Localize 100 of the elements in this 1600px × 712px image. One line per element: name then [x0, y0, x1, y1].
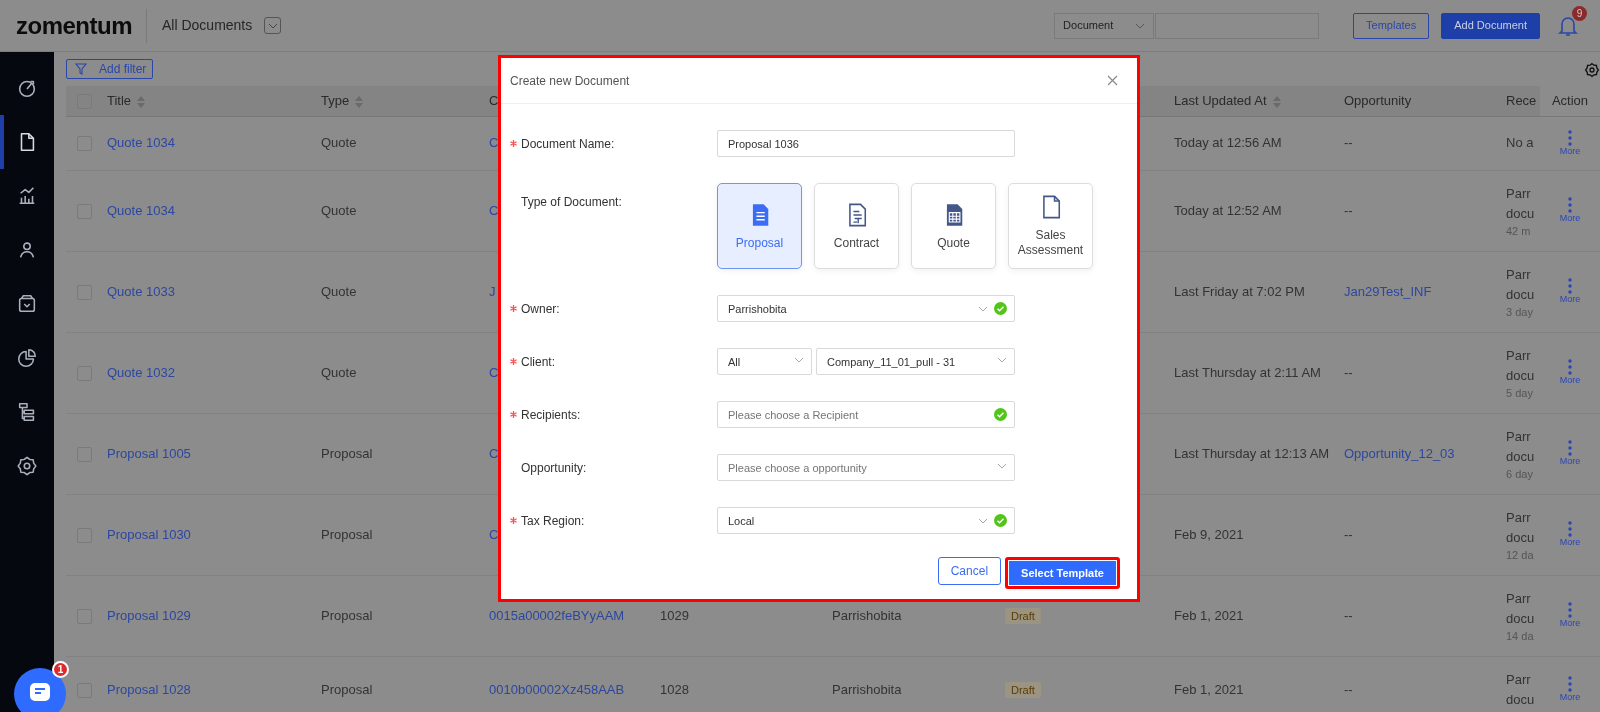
record-link[interactable]: C — [489, 135, 499, 151]
select-field[interactable]: Please choose a opportunity — [717, 454, 1015, 481]
record-link[interactable]: C — [489, 364, 499, 380]
activity-text: docu — [1506, 285, 1536, 304]
table-cell: Parrishobita — [832, 607, 902, 623]
document-link[interactable]: Proposal 1030 — [107, 526, 191, 542]
text-field[interactable]: Proposal 1036 — [717, 130, 1015, 157]
table-cell: Feb 1, 2021 — [1174, 607, 1244, 623]
table-cell: Quote — [321, 283, 357, 299]
select-field[interactable]: All — [717, 348, 812, 375]
record-link[interactable]: 0015a00002feBYyAAM — [489, 607, 625, 623]
table-cell: Proposal — [321, 681, 373, 697]
dialog-button[interactable]: Cancel — [937, 557, 1002, 585]
logo: zomentum — [16, 10, 132, 41]
chevron-icon — [794, 355, 804, 365]
activity-text: Parr — [1506, 508, 1532, 527]
more-icon — [1568, 440, 1572, 456]
chat-icon — [29, 682, 51, 702]
select-field[interactable]: Please choose a Recipient — [717, 401, 1015, 428]
add-filter-button[interactable]: Add filter — [66, 59, 154, 79]
activity-text: Parr — [1506, 589, 1532, 608]
field-label: Tax Region: — [521, 512, 585, 530]
activity-text: No a — [1506, 134, 1535, 152]
table-cell: Last Thursday at 12:13 AM — [1174, 445, 1330, 461]
document-link[interactable]: Proposal 1028 — [107, 681, 191, 697]
more-button[interactable]: More — [1559, 521, 1581, 548]
header-button[interactable]: Add Document — [1441, 12, 1540, 39]
record-link[interactable]: 0010b00002Xz458AAB — [489, 681, 625, 697]
close-icon[interactable] — [1107, 75, 1118, 86]
header-button[interactable]: Templates — [1353, 12, 1430, 39]
document-type-option[interactable]: Proposal — [717, 183, 802, 269]
document-type-option[interactable]: Contract — [814, 183, 899, 269]
dialog-button[interactable]: Select Template — [1005, 557, 1120, 589]
select-field[interactable]: Local — [717, 507, 1015, 534]
more-button[interactable]: More — [1559, 676, 1581, 703]
document-link[interactable]: Quote 1034 — [107, 202, 175, 218]
more-icon — [1568, 676, 1572, 692]
more-icon — [1568, 359, 1572, 375]
table-cell: Today at 12:56 AM — [1174, 135, 1282, 151]
column-header: Type — [321, 93, 350, 108]
record-link[interactable]: J — [489, 283, 496, 299]
status-tag: Draft — [1005, 681, 1041, 698]
more-button[interactable]: More — [1559, 602, 1581, 629]
table-cell: Feb 1, 2021 — [1174, 681, 1244, 697]
table-cell: Proposal — [321, 445, 373, 461]
select-field[interactable]: Company_11_01_pull - 31 — [816, 348, 1015, 375]
table-cell: 1029 — [660, 607, 689, 623]
table-cell: -- — [1344, 607, 1353, 623]
search-scope-select[interactable]: Document — [1054, 12, 1155, 39]
sort-icon[interactable] — [355, 95, 364, 108]
more-button[interactable]: More — [1559, 440, 1581, 467]
bell-icon[interactable] — [1558, 14, 1578, 37]
more-button[interactable]: More — [1559, 129, 1581, 157]
document-link[interactable]: Quote 1033 — [107, 283, 175, 299]
notification-badge: 9 — [1572, 5, 1587, 21]
record-link[interactable]: C — [489, 202, 499, 218]
document-type-option[interactable]: Quote — [911, 183, 996, 269]
filter-icon — [75, 63, 87, 75]
document-link[interactable]: Proposal 1029 — [107, 607, 191, 623]
table-cell: -- — [1344, 681, 1353, 697]
activity-text: Parr — [1506, 427, 1532, 446]
table-cell: Proposal — [321, 607, 373, 623]
activity-text: docu — [1506, 204, 1536, 223]
table-cell: -- — [1344, 526, 1353, 542]
more-button[interactable]: More — [1559, 197, 1581, 224]
table-cell: Last Friday at 7:02 PM — [1174, 283, 1305, 299]
field-label: Client: — [521, 353, 555, 371]
more-icon — [1568, 197, 1572, 213]
table-cell: Today at 12:52 AM — [1174, 202, 1282, 218]
more-button[interactable]: More — [1559, 359, 1581, 386]
activity-text: Parr — [1506, 670, 1532, 689]
document-type-option[interactable]: Sales Assessment — [1008, 183, 1093, 269]
status-tag: Draft — [1005, 607, 1041, 624]
view-dropdown[interactable] — [264, 17, 282, 34]
record-link[interactable]: C — [489, 526, 499, 542]
activity-text: Parr — [1506, 265, 1532, 284]
pie-chart-icon — [16, 347, 38, 369]
more-icon — [1568, 129, 1572, 146]
more-button[interactable]: More — [1559, 278, 1581, 305]
document-link[interactable]: Quote 1034 — [107, 135, 175, 151]
table-cell: 1028 — [660, 681, 689, 697]
activity-text: Parr — [1506, 184, 1532, 203]
document-link[interactable]: Quote 1032 — [107, 364, 175, 380]
sort-icon[interactable] — [1272, 95, 1281, 108]
opportunity-link[interactable]: Opportunity_12_03 — [1344, 445, 1455, 461]
sort-icon[interactable] — [137, 95, 146, 108]
select-field[interactable]: Parrishobita — [717, 295, 1015, 322]
more-icon — [1568, 602, 1572, 618]
table-cell: -- — [1344, 364, 1353, 380]
table-cell: -- — [1344, 135, 1353, 151]
document-link[interactable]: Proposal 1005 — [107, 445, 191, 461]
opportunity-link[interactable]: Jan29Test_INF — [1344, 283, 1432, 299]
activity-text: docu — [1506, 690, 1536, 709]
column-header: C — [489, 93, 499, 108]
record-link[interactable]: C — [489, 445, 499, 461]
field-label: Type of Document: — [521, 194, 622, 211]
table-cell: -- — [1344, 202, 1353, 218]
table-cell: Last Thursday at 2:11 AM — [1174, 364, 1321, 380]
more-icon — [1568, 278, 1572, 294]
settings-icon[interactable] — [1584, 61, 1600, 79]
